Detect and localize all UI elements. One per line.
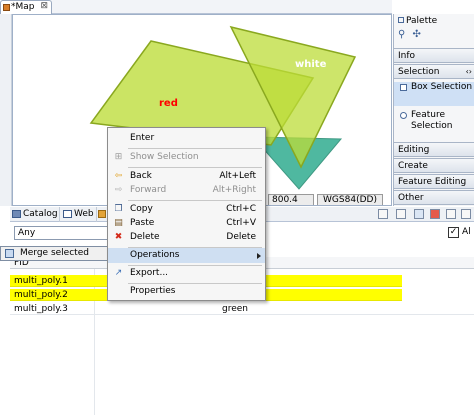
all-label: Al	[462, 227, 471, 237]
tab-catalog-label: Catalog	[23, 209, 58, 219]
submenu-arrow-icon	[257, 253, 261, 259]
context-menu: Enter ⊞ Show Selection ⇦ Back Alt+Left ⇨…	[107, 127, 266, 301]
crs-button[interactable]: WGS84(DD)	[317, 194, 383, 205]
menu-item-copy-shortcut: Ctrl+C	[226, 204, 256, 214]
table-cell-fid: multi_poly.1	[14, 276, 68, 286]
menu-item-show-selection-label: Show Selection	[130, 152, 199, 162]
palette-category-selection[interactable]: Selection ‹›	[394, 64, 474, 79]
box-selection-icon	[400, 84, 407, 91]
palette-category-other[interactable]: Other	[394, 190, 474, 205]
all-checkbox[interactable]: ✓	[448, 227, 459, 238]
merge-icon	[5, 249, 14, 258]
close-icon[interactable]: ⊠	[40, 1, 48, 11]
map-left-gutter	[0, 14, 12, 206]
menu-item-forward-label: Forward	[130, 185, 167, 195]
tab-map-label: *Map	[11, 2, 35, 12]
menu-item-back-shortcut: Alt+Left	[219, 171, 256, 181]
palette-category-editing[interactable]: Editing	[394, 142, 474, 157]
menu-item-properties[interactable]: Properties	[108, 284, 265, 299]
merge-selected-button[interactable]: Merge selected	[0, 246, 108, 261]
collapse-icon[interactable]: ‹›	[466, 65, 472, 79]
white-label: white	[295, 59, 327, 70]
menu-item-paste[interactable]: ▤ Paste Ctrl+V	[108, 216, 265, 231]
table-cell-value: green	[222, 304, 248, 314]
copy-icon: ❐	[114, 204, 123, 214]
menu-separator	[128, 167, 262, 168]
back-arrow-icon: ⇦	[114, 171, 123, 181]
web-icon	[63, 210, 72, 218]
menu-item-copy-label: Copy	[130, 204, 153, 214]
table-row[interactable]: multi_poly.3 green	[10, 303, 474, 315]
menu-item-enter[interactable]: Enter	[108, 131, 265, 146]
tab-catalog[interactable]: Catalog	[10, 207, 60, 222]
palette-icon	[398, 17, 404, 23]
menu-item-delete-shortcut: Delete	[226, 232, 256, 242]
tab-map[interactable]: *Map ⊠	[0, 0, 52, 14]
filter-select[interactable]: Any	[14, 226, 108, 240]
table-cell-fid: multi_poly.2	[14, 290, 68, 300]
palette-tools: ⚲ ✣	[394, 28, 474, 42]
delete-icon: ✖	[114, 232, 123, 242]
tool-box-selection-label: Box Selection	[411, 82, 473, 92]
menu-item-show-selection[interactable]: ⊞ Show Selection	[108, 150, 265, 165]
catalog-icon	[12, 210, 21, 218]
view-toolbar-button-3[interactable]	[414, 209, 424, 219]
menu-item-operations-label: Operations	[130, 250, 180, 260]
tool-feature-selection-label: Feature Selection	[411, 110, 453, 131]
merge-selected-label: Merge selected	[20, 248, 89, 258]
maximize-icon[interactable]	[461, 209, 471, 219]
menu-item-back[interactable]: ⇦ Back Alt+Left	[108, 169, 265, 184]
palette-header: Palette	[394, 14, 474, 28]
menu-item-forward-shortcut: Alt+Right	[212, 185, 256, 195]
menu-separator	[128, 148, 262, 149]
palette-category-feature-editing[interactable]: Feature Editing	[394, 174, 474, 189]
table-cell-fid: multi_poly.3	[14, 304, 68, 314]
palette-title: Palette	[406, 16, 438, 26]
tab-web[interactable]: Web	[61, 207, 97, 222]
editor-tab-bar: *Map ⊠	[0, 0, 392, 14]
extra-tab-icon[interactable]	[98, 210, 106, 218]
menu-item-forward[interactable]: ⇨ Forward Alt+Right	[108, 183, 265, 198]
forward-arrow-icon: ⇨	[114, 185, 123, 195]
view-toolbar-button-2[interactable]	[396, 209, 406, 219]
minimize-icon[interactable]	[446, 209, 456, 219]
feature-selection-icon	[400, 112, 407, 119]
menu-item-properties-label: Properties	[130, 286, 176, 296]
zoom-icon[interactable]: ⚲	[398, 29, 405, 40]
tab-web-label: Web	[74, 209, 94, 219]
map-icon	[3, 4, 10, 11]
red-label: red	[159, 98, 178, 109]
menu-separator	[128, 200, 262, 201]
menu-item-export[interactable]: ↗ Export...	[108, 266, 265, 281]
pan-icon[interactable]: ✣	[413, 29, 421, 40]
palette-category-selection-label: Selection	[398, 67, 440, 77]
menu-item-back-label: Back	[130, 171, 152, 181]
scale-field[interactable]: 800.4	[268, 194, 314, 205]
show-selection-icon: ⊞	[114, 152, 123, 162]
menu-item-copy[interactable]: ❐ Copy Ctrl+C	[108, 202, 265, 217]
menu-item-operations[interactable]: Operations	[108, 248, 265, 263]
palette-category-create[interactable]: Create	[394, 158, 474, 173]
tool-box-selection[interactable]: Box Selection	[394, 82, 474, 106]
menu-item-delete[interactable]: ✖ Delete Delete	[108, 230, 265, 245]
export-icon: ↗	[114, 268, 123, 278]
menu-item-paste-shortcut: Ctrl+V	[226, 218, 256, 228]
paste-icon: ▤	[114, 218, 123, 228]
tool-feature-selection[interactable]: Feature Selection	[394, 110, 474, 134]
palette-category-info[interactable]: Info	[394, 48, 474, 63]
view-toolbar-button-1[interactable]	[378, 209, 388, 219]
palette-panel: Palette ⚲ ✣ Info Selection ‹› Box Select…	[393, 14, 474, 206]
menu-item-delete-label: Delete	[130, 232, 160, 242]
view-toolbar-button-4[interactable]	[430, 209, 440, 219]
menu-item-paste-label: Paste	[130, 218, 155, 228]
menu-item-enter-label: Enter	[130, 133, 155, 143]
menu-item-export-label: Export...	[130, 268, 169, 278]
